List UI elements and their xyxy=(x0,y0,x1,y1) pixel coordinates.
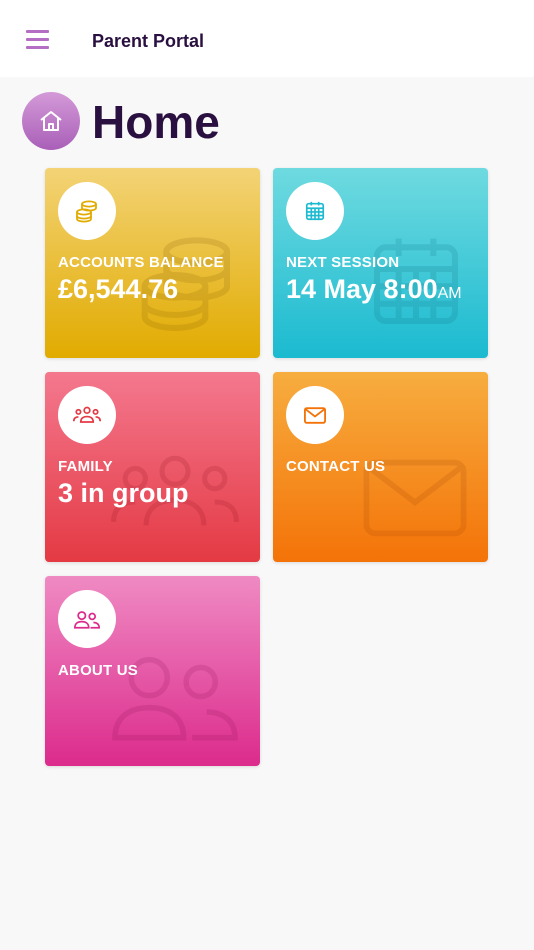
family-value: 3 in group xyxy=(58,478,189,508)
tile-label: NEXT SESSION xyxy=(286,254,400,271)
tile-label: CONTACT US xyxy=(286,458,386,475)
accounts-balance-value: £6,544.76 xyxy=(58,274,179,304)
family-tile[interactable]: FAMILY 3 in group xyxy=(45,372,260,562)
hamburger-menu-icon[interactable] xyxy=(26,30,49,50)
tile-label: ABOUT US xyxy=(58,662,138,679)
page-title: Home xyxy=(92,96,220,148)
next-session-am-pm: AM xyxy=(437,285,462,302)
group-icon xyxy=(58,386,116,444)
tile-label: FAMILY xyxy=(58,458,113,475)
users-icon xyxy=(58,590,116,648)
contact-us-tile[interactable]: CONTACT US xyxy=(273,372,488,562)
tile-label: ACCOUNTS BALANCE xyxy=(58,254,224,271)
coins-icon xyxy=(58,182,116,240)
next-session-tile[interactable]: NEXT SESSION 14 May 8:00AM xyxy=(273,168,488,358)
next-session-value: 14 May 8:00AM xyxy=(286,274,462,305)
next-session-time: 14 May 8:00 xyxy=(286,274,438,304)
accounts-balance-tile[interactable]: ACCOUNTS BALANCE £6,544.76 xyxy=(45,168,260,358)
top-bar: Parent Portal xyxy=(0,0,534,77)
app-title: Parent Portal xyxy=(92,31,205,51)
about-us-tile[interactable]: ABOUT US xyxy=(45,576,260,766)
house-icon xyxy=(22,92,80,150)
calendar-icon xyxy=(286,182,344,240)
envelope-icon xyxy=(286,386,344,444)
